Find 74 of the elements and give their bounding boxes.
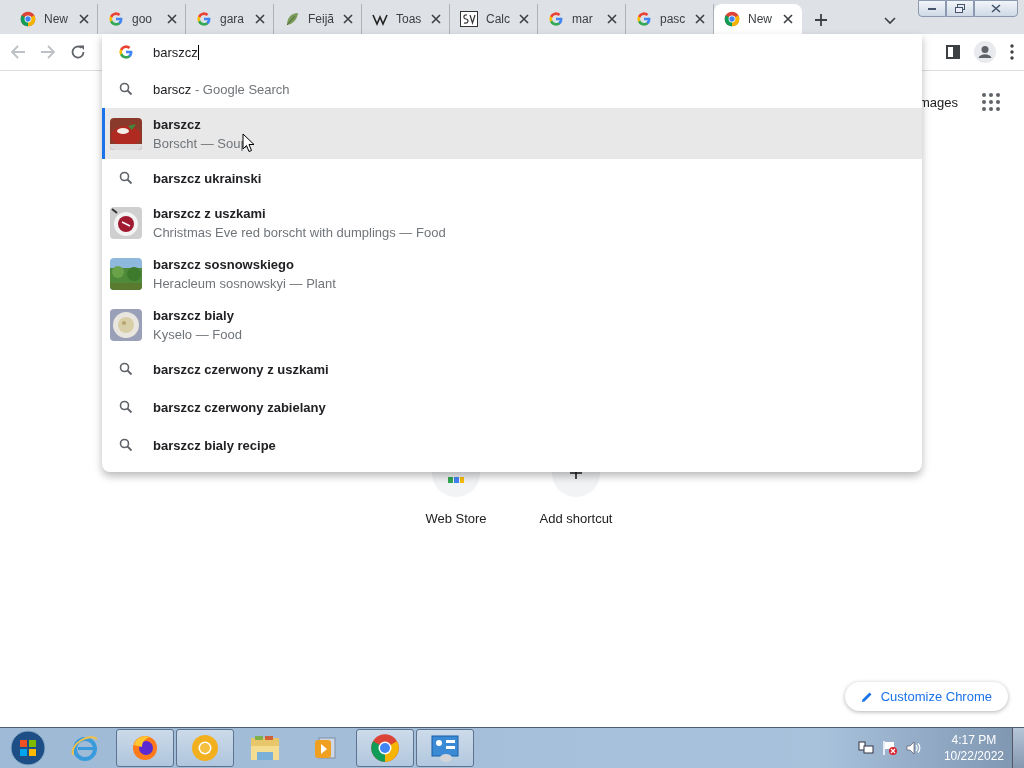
start-button[interactable] [10,730,46,766]
letters-logo-icon [460,11,478,27]
suggestion-text: barscz - Google Search [153,81,290,97]
close-icon[interactable] [431,14,441,24]
suggestion-text: barszcz ukrainski [153,170,262,186]
clock-time: 4:17 PM [951,732,997,748]
folder-icon[interactable] [249,734,281,762]
show-desktop-button[interactable] [1012,728,1024,768]
web-store-icon [448,477,464,483]
google-icon [636,11,652,27]
chrome-icon [370,733,400,763]
suggestion-text: barszcz bialy recipe [153,437,276,453]
network-icon[interactable] [857,740,874,756]
suggestion-text: barszcz czerwony zabielany [153,399,326,415]
restore-button[interactable] [946,0,974,17]
minimize-button[interactable] [918,0,946,17]
new-tab-icon[interactable] [814,13,828,27]
close-icon[interactable] [343,14,353,24]
minimize-icon [928,7,936,10]
speaker-icon[interactable] [905,740,922,756]
restore-icon [955,4,965,13]
close-icon[interactable] [79,14,89,24]
close-icon[interactable] [783,14,793,24]
search-icon [119,400,133,414]
search-icon [119,82,133,96]
suggestion-row[interactable]: barszcz ukrainski [102,159,922,197]
suggestion-title: barszcz sosnowskiego [153,256,295,272]
close-icon[interactable] [607,14,617,24]
suggestion-row[interactable]: barszcz sosnowskiego Heracleum sosnowskyi — Plant [102,248,922,299]
suggestion-row[interactable]: barszcz z uszkami Christmas Eve red borscht with dumplings — Food [102,197,922,248]
suggestion-row[interactable]: barszcz czerwony z uszkami [102,350,922,388]
shortcut-label[interactable]: Add shortcut [539,511,613,526]
google-icon [118,44,134,60]
google-icon [548,11,564,27]
menu-icon[interactable] [1010,44,1014,60]
shortcut-label[interactable]: Web Store [425,511,487,526]
flag-icon[interactable] [881,740,898,756]
chrome-icon [20,11,36,27]
close-icon[interactable] [167,14,177,24]
suggestion-subtitle: Heracleum sosnowskyi — Plant [153,275,336,291]
suggestion-title: barszcz bialy [153,307,235,323]
google-icon [196,11,212,27]
suggestion-title: barszcz z uszkami [153,205,267,221]
side-panel-icon[interactable] [946,45,960,59]
browser-tab[interactable]: New [714,4,802,34]
close-icon[interactable] [519,14,529,24]
suggestion-row[interactable]: barszcz bialy recipe [102,426,922,464]
firefox-icon[interactable] [130,733,160,763]
pencil-icon [860,690,873,703]
address-field[interactable]: barszcz [102,34,922,70]
clock-date: 10/22/2022 [943,748,1004,764]
customize-chrome-button[interactable]: Customize Chrome [844,682,1008,711]
close-icon [991,4,1001,13]
leaf-icon [284,11,300,27]
google-icon [108,11,124,27]
reload-icon[interactable] [70,44,86,60]
suggestion-text: barszcz czerwony z uszkami [153,361,329,377]
profile-icon[interactable] [974,41,996,63]
suggestion-row[interactable]: barszcz czerwony zabielany [102,388,922,426]
search-icon [119,171,133,185]
apps-grid-icon[interactable] [982,93,1000,111]
suggestion-row[interactable]: barszcz bialy Kyselo — Food [102,299,922,350]
suggestion-row[interactable]: barscz - Google Search [102,70,922,108]
chevron-down-icon[interactable] [884,17,896,25]
close-button[interactable] [974,0,1018,17]
chrome-icon [724,11,740,27]
suggestion-title: barszcz [153,116,202,132]
control-panel-icon[interactable] [430,733,460,763]
close-icon[interactable] [255,14,265,24]
close-icon[interactable] [695,14,705,24]
suggestion-subtitle: Christmas Eve red borscht with dumplings — Food [153,224,446,240]
suggestion-subtitle: Kyselo — Food [153,326,242,342]
search-icon [119,362,133,376]
search-icon [119,438,133,452]
